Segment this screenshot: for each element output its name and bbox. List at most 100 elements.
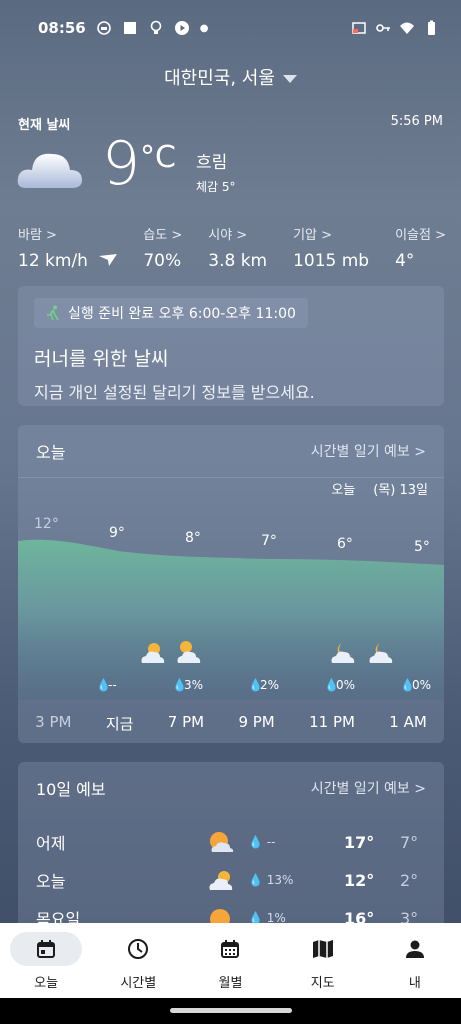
current-condition: 흐림 bbox=[196, 153, 228, 173]
metric-value: 70% bbox=[143, 251, 182, 271]
square-notification-icon bbox=[123, 22, 136, 34]
day-rain: 💧 13% bbox=[248, 873, 294, 887]
temp-label: 12° bbox=[34, 516, 59, 532]
metric-value: 3.8 km bbox=[208, 251, 268, 271]
rain-chance: 3% bbox=[184, 678, 203, 692]
nav-pill bbox=[379, 932, 451, 966]
metric-value: 4° bbox=[395, 251, 415, 271]
metric-dew-point[interactable]: 이슬점 > 4° bbox=[395, 224, 446, 271]
runner-icon bbox=[47, 305, 59, 321]
person-icon bbox=[405, 940, 424, 958]
temp-label: 7° bbox=[261, 533, 277, 549]
calendar-day-icon bbox=[37, 940, 56, 958]
day-rain-value: -- bbox=[266, 835, 276, 849]
metric-label: 시야 > bbox=[208, 228, 248, 243]
hour-label: 11 PM bbox=[309, 713, 355, 731]
gesture-bar bbox=[0, 998, 461, 1024]
map-icon bbox=[312, 940, 333, 958]
hour-label: 9 PM bbox=[238, 713, 275, 731]
feels-like: 체감 5° bbox=[196, 180, 236, 194]
battery-icon bbox=[428, 20, 435, 35]
nav-label: 내 bbox=[408, 976, 421, 991]
runner-subtitle: 지금 개인 설정된 달리기 정보를 받으세요. bbox=[34, 383, 315, 402]
rain-chance: 0% bbox=[412, 678, 431, 692]
metric-value: 1015 mb bbox=[293, 251, 370, 271]
nav-today[interactable]: 오늘 bbox=[0, 923, 92, 998]
home-indicator[interactable] bbox=[170, 1008, 292, 1013]
clock-icon bbox=[128, 939, 149, 959]
day-low: 7° bbox=[400, 832, 419, 852]
vpn-key-icon bbox=[376, 24, 390, 32]
metric-pressure[interactable]: 기압 > 1015 mb bbox=[293, 224, 369, 271]
calendar-month-icon bbox=[221, 940, 240, 958]
metric-visibility[interactable]: 시야 > 3.8 km bbox=[208, 224, 267, 271]
nav-label: 월별 bbox=[218, 976, 243, 991]
hour-label: 1 AM bbox=[389, 713, 427, 731]
metric-value: 12 km/h bbox=[18, 251, 88, 271]
runner-chip-text: 실행 준비 완료 오후 6:00-오후 11:00 bbox=[68, 306, 296, 322]
day-high: 12° bbox=[344, 870, 375, 890]
status-time: 08:56 bbox=[38, 19, 86, 37]
rain-chance: 2% bbox=[260, 678, 279, 692]
temp-label: 9° bbox=[109, 525, 125, 541]
day-low: 2° bbox=[400, 870, 419, 890]
hourly-header: 오늘 시간별 일기 예보 > bbox=[18, 425, 444, 478]
location-label: 대한민국, 서울 bbox=[164, 68, 275, 89]
day-row-yesterday[interactable]: 어제 💧 -- 17° 7° bbox=[18, 824, 444, 860]
metric-label: 기압 > bbox=[293, 228, 333, 243]
app-notification-icon bbox=[96, 21, 111, 35]
nav-monthly[interactable]: 월별 bbox=[184, 923, 276, 998]
partly-cloudy-icon bbox=[210, 832, 234, 852]
metric-wind[interactable]: 바람 > 12 km/h bbox=[18, 224, 118, 271]
nav-hourly[interactable]: 시간별 bbox=[92, 923, 184, 998]
hourly-forecast-link[interactable]: 시간별 일기 예보 > bbox=[311, 441, 426, 461]
runner-status-chip: 실행 준비 완료 오후 6:00-오후 11:00 bbox=[34, 298, 308, 328]
day-high: 17° bbox=[344, 832, 375, 852]
ten-day-forecast-card: 10일 예보 시간별 일기 예보 > 어제 💧 -- 17° 7° 오늘 💧 1… bbox=[18, 762, 444, 932]
play-notification-icon bbox=[174, 21, 189, 35]
nav-me[interactable]: 내 bbox=[369, 923, 461, 998]
partly-cloudy-icon bbox=[209, 871, 233, 890]
temp-label: 8° bbox=[185, 530, 201, 546]
day-row-today[interactable]: 오늘 💧 13% 12° 2° bbox=[18, 862, 444, 898]
nav-pill bbox=[10, 932, 83, 966]
nav-pill bbox=[194, 932, 266, 966]
runner-card[interactable]: 실행 준비 완료 오후 6:00-오후 11:00 러너를 위한 날씨 지금 개… bbox=[18, 286, 444, 406]
hour-label: 지금 bbox=[105, 715, 134, 733]
nav-map[interactable]: 지도 bbox=[277, 923, 369, 998]
temp-label: 6° bbox=[337, 536, 353, 552]
ten-day-forecast-link[interactable]: 시간별 일기 예보 > bbox=[311, 778, 426, 798]
metric-label: 습도 > bbox=[143, 228, 183, 243]
ten-day-title: 10일 예보 bbox=[36, 780, 106, 799]
ten-day-header: 10일 예보 시간별 일기 예보 > bbox=[18, 762, 444, 814]
day-name: 오늘 bbox=[36, 872, 66, 891]
bottom-navigation: 오늘 시간별 월별 지도 내 bbox=[0, 923, 461, 998]
cast-icon bbox=[352, 22, 366, 34]
day-rain: 💧 -- bbox=[248, 835, 276, 849]
nav-label: 지도 bbox=[310, 976, 335, 991]
lightbulb-icon bbox=[150, 20, 162, 34]
cloudy-icon bbox=[17, 153, 82, 188]
current-temperature: 9 bbox=[102, 129, 141, 199]
metric-humidity[interactable]: 습도 > 70% bbox=[143, 224, 182, 271]
temperature-area bbox=[18, 539, 444, 700]
temp-label: 5° bbox=[414, 539, 430, 555]
nav-pill bbox=[287, 932, 359, 966]
nav-label: 시간별 bbox=[120, 976, 157, 991]
nav-pill bbox=[102, 932, 174, 966]
hour-label: 3 PM bbox=[35, 713, 72, 731]
metric-label: 이슬점 > bbox=[395, 228, 446, 243]
rain-chance: -- bbox=[108, 678, 117, 692]
location-selector[interactable]: 대한민국, 서울 bbox=[0, 64, 461, 90]
hourly-temperature-chart: 12° 9° 8° 7° 6° 5° 💧 -- 💧 3% 💧 2% 💧 0% 💧… bbox=[18, 516, 444, 700]
hour-label: 7 PM bbox=[167, 713, 205, 731]
dropdown-caret-icon bbox=[282, 75, 297, 83]
wifi-icon bbox=[400, 22, 414, 34]
weather-metrics: 바람 > 12 km/h 습도 > 70% 시야 > 3.8 km 기압 > 1… bbox=[18, 224, 446, 271]
more-notifications-icon: ● bbox=[199, 22, 209, 34]
hourly-forecast-card: 오늘 시간별 일기 예보 > 오늘 (목) 13일 12° 9° 8° 7° 6… bbox=[18, 425, 444, 743]
day-name: 어제 bbox=[36, 834, 66, 853]
hourly-times: 3 PM 지금 7 PM 9 PM 11 PM 1 AM bbox=[18, 713, 444, 734]
day-rain-value: 13% bbox=[266, 873, 294, 887]
metric-label: 바람 > bbox=[18, 228, 57, 243]
